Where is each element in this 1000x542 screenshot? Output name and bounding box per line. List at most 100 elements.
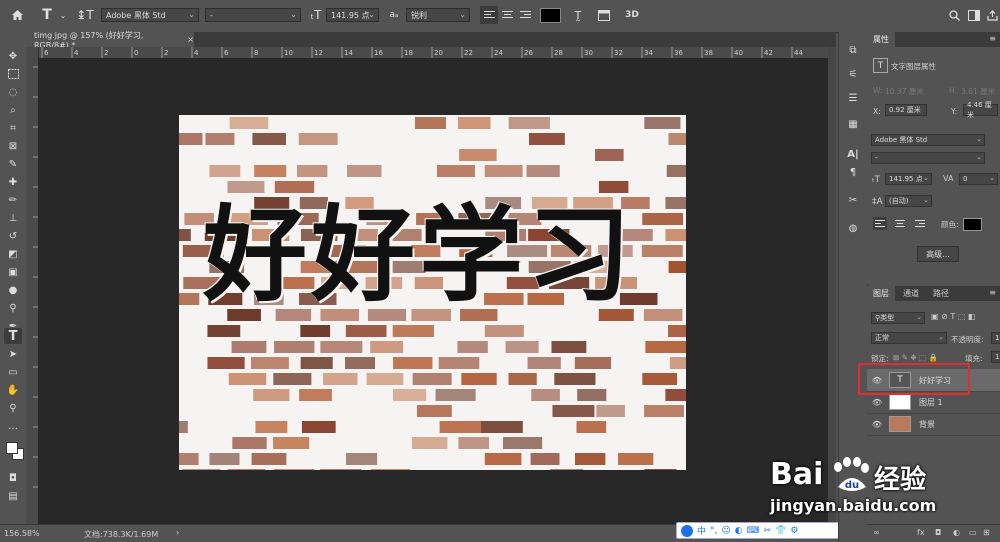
crop-tool-icon[interactable]: ⌗ [4,120,22,136]
font-size-select[interactable]: 141.95 点 ⌄ [326,8,379,22]
brick [552,405,595,417]
prop-font-style-select[interactable]: - ⌄ [871,152,985,164]
brick [179,229,191,241]
layer-filter-kind[interactable]: ⚲ 类型 ⌄ [871,312,925,324]
zoom-level[interactable]: 156.58% [4,529,40,538]
ime-punctuation[interactable]: °, [710,526,717,536]
layer-filter-icons[interactable]: ▣ ⊘ T ⬚ ◧ [931,312,975,321]
quick-selection-tool-icon[interactable]: ⌕ [4,102,22,118]
tab-channels[interactable]: 通道 [897,286,925,301]
adjustments-panel-icon[interactable]: ⚟ [844,66,862,82]
vertical-scrollbar[interactable] [828,47,836,524]
settings-icon[interactable]: ⚙ [790,526,798,536]
prop-font-size-field[interactable]: 141.95 点 ⌄ [885,173,932,185]
warp-text-icon[interactable]: T̰ [569,6,587,24]
fill-field[interactable]: 10 [991,351,1000,363]
brush-tool-icon[interactable]: ✏ [4,192,22,208]
zoom-tool-icon[interactable]: ⚲ [4,400,22,416]
opacity-field[interactable]: 10 [991,332,1000,344]
workspace-icon[interactable] [965,6,983,24]
adjustment-layer-icon[interactable]: ◐ [953,528,960,537]
tab-properties[interactable]: 属性 [867,32,895,47]
voice-icon[interactable]: ◐ [735,526,743,536]
lasso-tool-icon[interactable]: ◌ [4,84,22,100]
font-style-select[interactable]: - ⌄ [205,8,301,22]
prop-align-center-icon[interactable] [893,217,907,230]
tracking-field[interactable]: 0 ⌄ [959,173,998,185]
layer-mask-icon[interactable]: ◘ [935,528,941,537]
panel-menu-icon[interactable]: ≡ [989,34,996,43]
move-tool-icon[interactable]: ✥ [4,48,22,64]
new-group-icon[interactable]: ▭ [969,528,977,537]
paragraph-panel-icon[interactable]: ¶ [844,164,862,180]
prop-align-right-icon[interactable] [913,217,927,230]
history-panel-icon[interactable]: ⧉ [844,42,862,58]
eraser-tool-icon[interactable]: ◩ [4,246,22,262]
layers-panel-menu-icon[interactable]: ≡ [989,288,996,297]
toggle-text-orientation-icon[interactable]: ↨T [76,6,94,24]
character-panel-icon[interactable]: A| [844,146,862,162]
lock-icons[interactable]: ⊠ ✎ ✥ ⬚ 🔒 [893,353,938,362]
blend-mode-select[interactable]: 正常 ⌄ [871,332,947,344]
foreground-color-swatch[interactable] [6,442,18,454]
prop-font-family-select[interactable]: Adobe 黑体 Std ⌄ [871,134,985,146]
text-color-swatch[interactable] [540,8,561,23]
advanced-button[interactable]: 高级... [917,246,959,262]
leading-field[interactable]: (自动) ⌄ [885,195,932,207]
home-icon[interactable] [8,6,26,24]
anti-alias-select[interactable]: 锐利 ⌄ [406,8,470,22]
frame-tool-icon[interactable]: ⊠ [4,138,22,154]
blur-tool-icon[interactable]: ● [4,282,22,298]
tools-icon[interactable]: ✂ [764,526,772,536]
prop-align-left-icon[interactable] [873,217,887,230]
eye-icon[interactable]: 👁 [871,398,883,407]
history-brush-tool-icon[interactable]: ↺ [4,228,22,244]
type-tool-icon[interactable]: T [4,328,22,344]
path-selection-tool-icon[interactable]: ➤ [4,346,22,362]
document-canvas[interactable]: 好好学习 [179,115,686,470]
hand-tool-icon[interactable]: ✋ [4,382,22,398]
brushes-panel-icon[interactable]: ◍ [844,220,862,236]
prop-color-swatch[interactable] [963,218,982,231]
status-menu-arrow[interactable]: › [176,528,179,537]
tab-paths[interactable]: 路径 [927,286,955,301]
screen-mode-icon[interactable]: ▤ [4,488,22,504]
eye-icon[interactable]: 👁 [871,420,883,429]
document-tab[interactable]: timg.jpg @ 157% (好好学习, RGB/8#) * × [26,31,194,50]
layer-style-icon[interactable]: fx [917,528,925,537]
eyedropper-tool-icon[interactable]: ✎ [4,156,22,172]
clone-stamp-tool-icon[interactable]: ⊥ [4,210,22,226]
properties-sliders-icon[interactable]: ☰ [844,90,862,106]
search-icon[interactable] [945,6,963,24]
dodge-tool-icon[interactable]: ⚲ [4,300,22,316]
tab-layers[interactable]: 图层 [867,286,895,301]
y-position-field[interactable]: 4.46 厘米 [963,101,998,119]
keyboard-icon[interactable]: ⌨ [747,526,760,536]
align-right-icon[interactable] [516,6,534,24]
align-center-icon[interactable] [498,6,516,24]
align-left-icon[interactable] [480,6,498,24]
close-tab-icon[interactable]: × [187,35,194,44]
quick-mask-icon[interactable]: ◘ [4,470,22,486]
x-position-field[interactable]: 0.92 厘米 [885,104,927,116]
tool-presets-icon[interactable]: ✂ [844,192,862,208]
ime-language[interactable]: 中 [697,524,706,537]
healing-brush-tool-icon[interactable]: ✚ [4,174,22,190]
marquee-tool-icon[interactable] [4,66,22,82]
layer-row[interactable]: 👁 背景 [867,413,1000,436]
share-icon[interactable] [983,6,1000,24]
new-layer-icon[interactable]: ⊞ [983,528,990,537]
libraries-panel-icon[interactable]: ▦ [844,116,862,132]
font-family-select[interactable]: Adobe 黑体 Std ⌄ [101,8,199,22]
edit-toolbar-icon[interactable]: … [4,418,22,434]
skin-icon[interactable]: 👕 [775,526,786,536]
color-swatches[interactable] [4,440,24,462]
gradient-tool-icon[interactable]: ▣ [4,264,22,280]
ime-logo-icon[interactable] [681,524,693,537]
chevron-down-icon[interactable]: ⌄ [54,6,72,24]
rectangle-tool-icon[interactable]: ▭ [4,364,22,380]
link-layers-icon[interactable]: ∞ [873,528,880,537]
3d-button[interactable]: 3D [623,6,641,24]
character-panel-toggle-icon[interactable] [595,6,613,24]
emoji-icon[interactable]: ☺ [721,526,730,536]
